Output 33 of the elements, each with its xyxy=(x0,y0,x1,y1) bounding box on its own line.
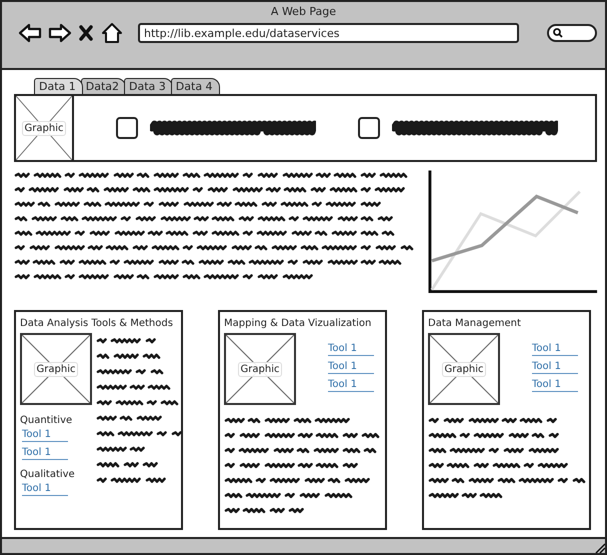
group-heading: Qualitative xyxy=(20,469,76,480)
tool-link[interactable]: Tool 1 xyxy=(328,379,374,392)
forward-icon[interactable] xyxy=(48,22,72,44)
search-icon xyxy=(553,28,563,38)
back-icon[interactable] xyxy=(18,22,42,44)
section-title: Data Management xyxy=(428,318,522,329)
placeholder-label: Graphic xyxy=(442,362,486,376)
tool-link[interactable]: Tool 1 xyxy=(22,447,68,460)
placeholder-label: Graphic xyxy=(34,362,78,376)
checkbox[interactable] xyxy=(116,117,138,139)
placeholder-label: Graphic xyxy=(238,362,282,376)
tab[interactable]: Data 4 xyxy=(170,78,220,94)
search-field[interactable] xyxy=(547,24,597,42)
tool-link[interactable]: Tool 1 xyxy=(22,483,68,496)
home-icon[interactable] xyxy=(100,22,124,44)
resize-grip-icon[interactable] xyxy=(593,541,605,553)
section-title: Data Analysis Tools & Methods xyxy=(20,318,174,329)
tab[interactable]: Data 1 xyxy=(34,78,83,94)
tab[interactable]: Data 3 xyxy=(124,78,173,94)
tool-link[interactable]: Tool 1 xyxy=(532,361,578,374)
tool-link[interactable]: Tool 1 xyxy=(328,361,374,374)
checkbox[interactable] xyxy=(358,117,380,139)
tool-link[interactable]: Tool 1 xyxy=(532,379,578,392)
section-title: Mapping & Data Vizualization xyxy=(224,318,372,329)
close-icon[interactable] xyxy=(78,22,94,44)
tool-link[interactable]: Tool 1 xyxy=(328,343,374,356)
tab[interactable]: Data2 xyxy=(80,78,126,94)
address-field[interactable]: http://lib.example.edu/dataservices xyxy=(138,23,519,43)
tool-link[interactable]: Tool 1 xyxy=(22,429,68,442)
window-title: A Web Page xyxy=(270,5,336,18)
tool-link[interactable]: Tool 1 xyxy=(532,343,578,356)
group-heading: Quantitive xyxy=(20,415,74,426)
placeholder-label: Graphic xyxy=(22,120,66,136)
